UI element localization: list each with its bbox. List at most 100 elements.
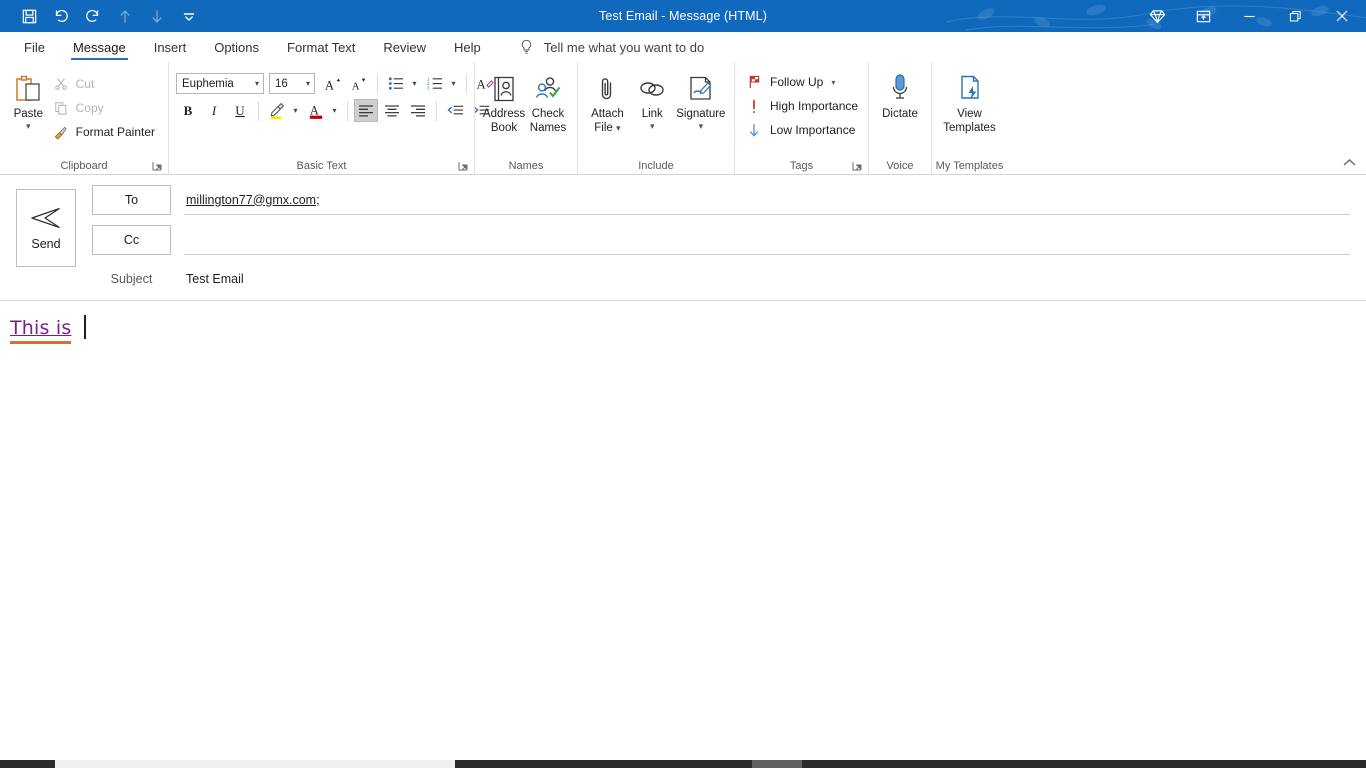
undo-icon[interactable] [46,3,76,29]
ribbon-group-my-templates: View Templates My Templates [931,62,1007,174]
italic-button[interactable]: I [202,99,226,122]
ribbon-group-clipboard: Paste ▾ Cut Copy Format Painter Clipboar… [0,62,168,174]
font-name-dropdown-icon[interactable]: ▾ [255,74,259,93]
taskbar[interactable] [0,760,1366,768]
ribbon-group-basic-text: Euphemia ▾ 16 ▾ A A ▾ 1 2 3 ▾ A B I U ▾ … [168,62,494,174]
font-color-split-button[interactable]: A ▾ [304,99,341,122]
tags-dialog-launcher-icon[interactable] [852,161,863,172]
font-name-value: Euphemia [182,77,234,90]
tab-message-label: Message [72,39,126,55]
font-color-dropdown-icon[interactable]: ▾ [328,99,341,122]
cc-button[interactable]: Cc [92,225,171,255]
redo-icon[interactable] [78,3,108,29]
address-book-icon [491,71,517,107]
dictate-button[interactable]: Dictate [876,68,924,121]
save-icon[interactable] [14,3,44,29]
basic-text-dialog-launcher-icon[interactable] [458,161,469,172]
highlight-dropdown-icon[interactable]: ▾ [289,99,302,122]
taskbar-segment-mid [752,760,802,768]
signature-button[interactable]: Signature ▾ [675,68,727,130]
align-right-button[interactable] [406,99,430,122]
cc-input[interactable] [184,225,1350,255]
grow-font-button[interactable]: A [321,72,345,95]
follow-up-button[interactable]: Follow Up ▾ [742,70,858,94]
view-templates-button[interactable]: View Templates [939,68,1000,135]
close-icon[interactable] [1318,0,1366,32]
copy-button[interactable]: Copy [50,96,161,120]
address-book-button[interactable]: Address Book [482,68,526,135]
link-button[interactable]: Link ▾ [630,68,675,130]
tab-file[interactable]: File [10,32,59,62]
underline-label: U [235,102,245,118]
previous-item-icon[interactable] [110,3,140,29]
message-body[interactable]: This is [0,301,1366,764]
to-input[interactable]: millington77@gmx.com; [184,185,1350,215]
divider [347,100,348,121]
cc-row: Cc [92,225,1350,265]
send-button[interactable]: Send [16,189,76,267]
send-arrow-icon [30,205,62,231]
check-names-icon [533,71,563,107]
font-color-button[interactable]: A [304,99,328,122]
font-name-combobox[interactable]: Euphemia ▾ [176,73,264,94]
tell-me-search[interactable]: Tell me what you want to do [495,32,704,62]
tab-insert-label: Insert [153,39,187,55]
bullets-button[interactable] [384,72,408,95]
to-button[interactable]: To [92,185,171,215]
tags-group-label: Tags [789,159,814,172]
premium-diamond-icon[interactable] [1134,0,1180,32]
down-arrow-icon [746,123,762,138]
italic-label: I [211,102,217,118]
low-importance-button[interactable]: Low Importance [742,118,858,142]
next-item-icon[interactable] [142,3,172,29]
highlight-split-button[interactable]: ▾ [265,99,302,122]
lightbulb-icon [519,39,534,55]
tab-help[interactable]: Help [440,32,495,62]
tab-message[interactable]: Message [59,32,140,62]
high-importance-button[interactable]: High Importance [742,94,858,118]
subject-input[interactable]: Test Email [184,272,1350,286]
bold-button[interactable]: B [176,99,200,122]
customize-quick-access-toolbar-icon[interactable] [174,3,204,29]
follow-up-dropdown-caret-icon[interactable]: ▾ [831,78,835,87]
ribbon-display-options-icon[interactable] [1180,0,1226,32]
paste-dropdown-caret-icon[interactable]: ▾ [26,121,31,130]
tab-review[interactable]: Review [369,32,440,62]
tab-format-text[interactable]: Format Text [273,32,369,62]
link-dropdown-caret-icon[interactable]: ▾ [650,121,655,130]
align-center-button[interactable] [380,99,404,122]
numbering-button[interactable]: 1 2 3 [423,72,447,95]
font-size-dropdown-icon[interactable]: ▾ [306,74,310,93]
message-header: Send To millington77@gmx.com; Cc Subject… [0,175,1366,300]
restore-icon[interactable] [1272,0,1318,32]
bullets-split-button[interactable]: ▾ [384,72,421,95]
attach-file-button[interactable]: Attach File ▾ [585,68,630,135]
numbering-dropdown-icon[interactable]: ▾ [447,72,460,95]
check-names-label-2: Names [529,121,567,134]
view-templates-label-2: Templates [943,121,996,134]
svg-text:A: A [309,103,318,117]
align-left-button[interactable] [354,99,378,122]
format-painter-button[interactable]: Format Painter [50,120,161,144]
decrease-indent-button[interactable] [443,99,467,122]
attach-file-dropdown-caret-icon[interactable]: ▾ [616,123,621,133]
paintbrush-icon [52,125,70,140]
underline-button[interactable]: U [228,99,252,122]
font-size-combobox[interactable]: 16 ▾ [269,73,315,94]
text-highlight-color-button[interactable] [265,99,289,122]
signature-dropdown-caret-icon[interactable]: ▾ [699,121,704,130]
check-names-button[interactable]: Check Names [526,68,570,135]
tab-insert[interactable]: Insert [140,32,201,62]
dictate-label: Dictate [882,108,918,120]
clipboard-dialog-launcher-icon[interactable] [152,161,163,172]
cut-button[interactable]: Cut [50,72,161,96]
tab-options[interactable]: Options [200,32,273,62]
bullets-dropdown-icon[interactable]: ▾ [408,72,421,95]
minimize-icon[interactable] [1226,0,1272,32]
shrink-font-button[interactable]: A [347,72,371,95]
format-painter-label: Format Painter [75,125,155,139]
numbering-split-button[interactable]: 1 2 3 ▾ [423,72,460,95]
link-icon [637,71,667,107]
collapse-ribbon-button[interactable] [1340,154,1358,170]
paste-button[interactable]: Paste ▾ [7,68,50,130]
